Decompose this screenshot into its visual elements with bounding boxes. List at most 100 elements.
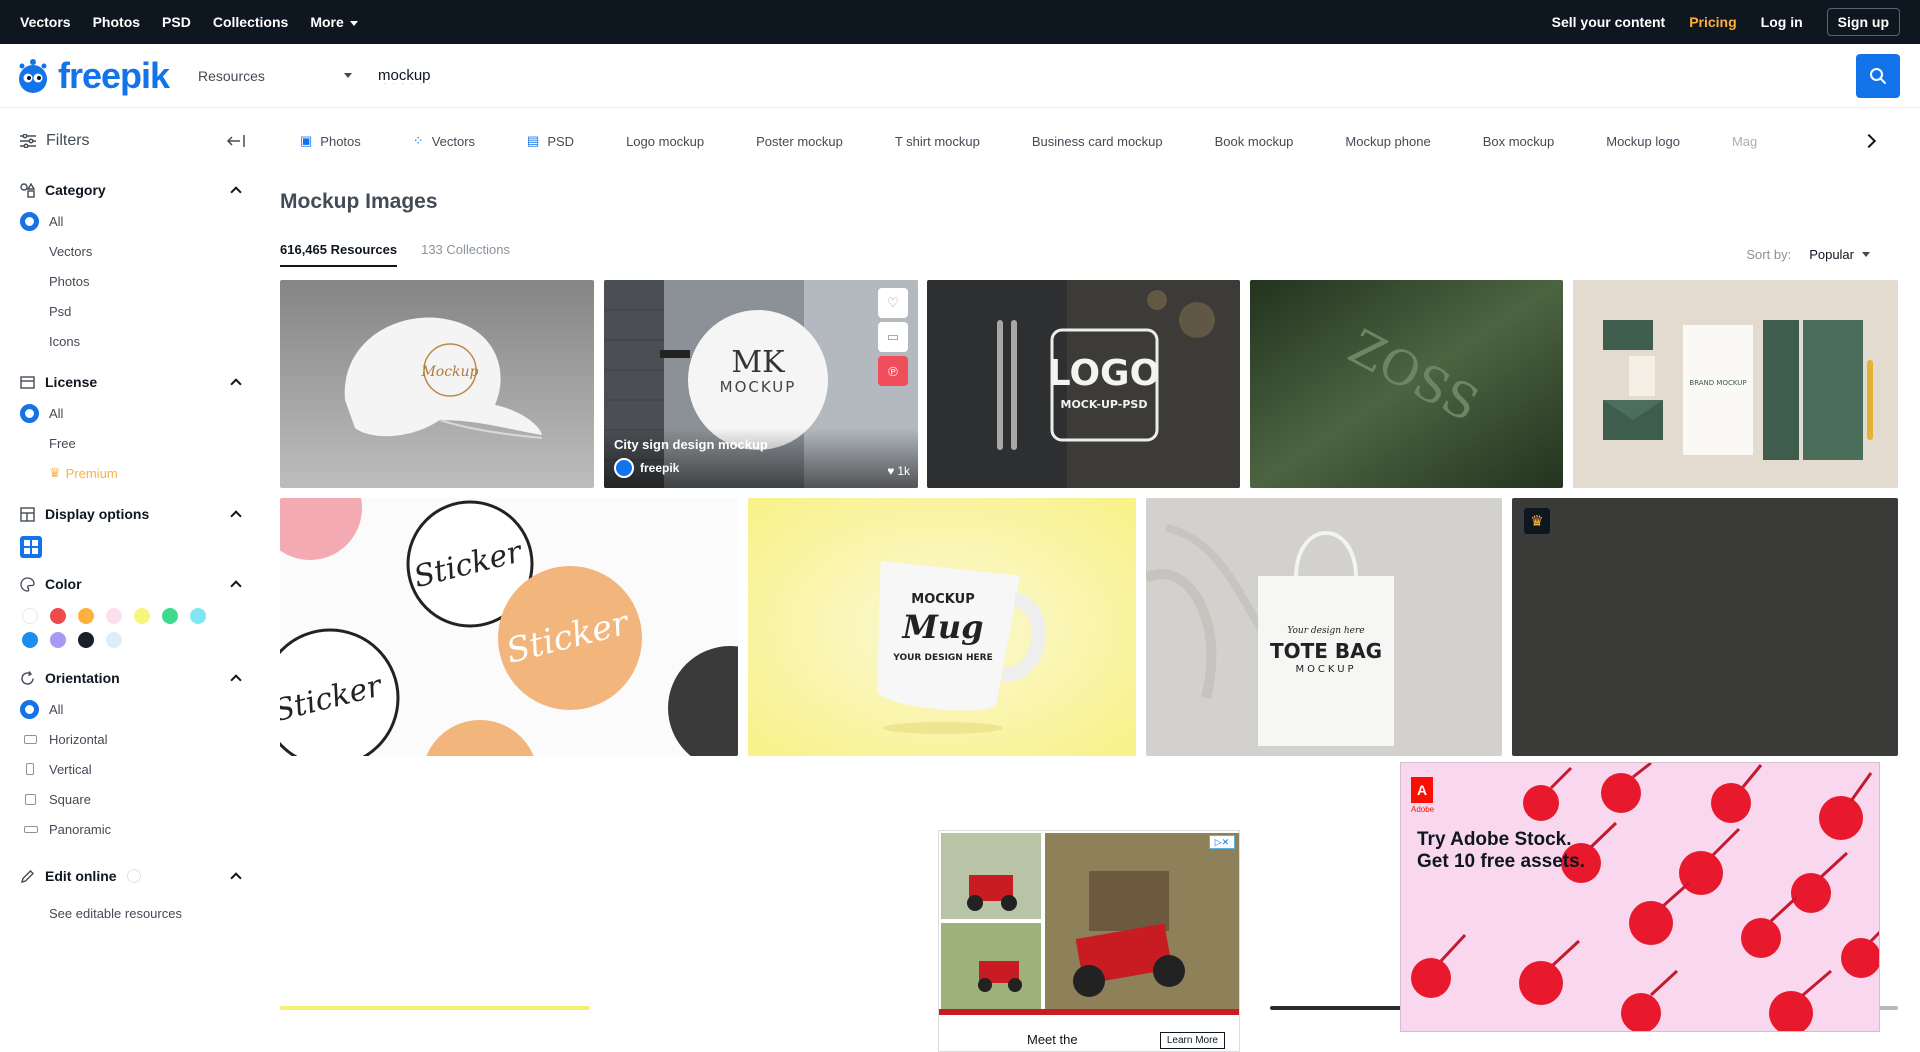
sort-dropdown[interactable]: Popular <box>1809 247 1870 262</box>
chip-psd[interactable]: ▤ PSD <box>501 133 600 149</box>
orientation-title: Orientation <box>20 670 120 686</box>
adobe-stock-ad[interactable]: A Adobe Try Adobe Stock. Get 10 free ass… <box>1400 762 1880 1032</box>
sort-label: Sort by: <box>1746 246 1792 262</box>
sell-content-link[interactable]: Sell your content <box>1552 14 1666 30</box>
chip-vectors[interactable]: ⁘ Vectors <box>387 133 501 149</box>
color-header[interactable]: Color <box>20 568 246 600</box>
category-option-all[interactable]: All <box>20 206 246 236</box>
freepik-logo[interactable]: freepik <box>14 55 192 97</box>
category-option-vectors[interactable]: Vectors <box>20 236 246 266</box>
option-label: Horizontal <box>49 731 108 747</box>
chip-mockup-logo[interactable]: Mockup logo <box>1580 134 1706 149</box>
license-option-all[interactable]: All <box>20 398 246 428</box>
category-option-icons[interactable]: Icons <box>20 326 246 356</box>
color-swatch[interactable] <box>22 608 38 624</box>
likes-count: 1k <box>897 464 910 478</box>
card-author[interactable]: freepik <box>614 458 679 478</box>
chevron-right-icon[interactable] <box>1858 130 1880 152</box>
honda-ad-banner[interactable]: ▷✕ Meet the Learn More <box>938 830 1240 1052</box>
grid-layout-toggle[interactable] <box>20 536 42 558</box>
orientation-option-vertical[interactable]: Vertical <box>20 754 246 784</box>
color-swatch[interactable] <box>162 608 178 624</box>
color-swatch[interactable] <box>106 632 122 648</box>
license-header[interactable]: License <box>20 366 246 398</box>
result-card-stickers[interactable]: Sticker Sticker Sticker <box>280 498 738 756</box>
result-card-branding[interactable]: BRAND MOCKUP <box>1573 280 1898 488</box>
chip-tshirt-mockup[interactable]: T shirt mockup <box>869 134 1006 149</box>
result-card-partial-yellow[interactable] <box>280 1006 590 1010</box>
pinterest-icon[interactable]: ℗ <box>878 356 908 386</box>
radio-selected-icon <box>20 403 39 423</box>
chip-poster-mockup[interactable]: Poster mockup <box>730 134 869 149</box>
display-header[interactable]: Display options <box>20 498 246 530</box>
color-swatch[interactable] <box>22 632 38 648</box>
nav-vectors[interactable]: Vectors <box>20 14 71 30</box>
add-to-collection-icon[interactable]: ▭ <box>878 322 908 352</box>
result-card-cap[interactable]: Mockup <box>280 280 594 488</box>
orientation-option-horizontal[interactable]: Horizontal <box>20 724 246 754</box>
color-swatch[interactable] <box>106 608 122 624</box>
color-swatch[interactable] <box>190 608 206 624</box>
license-icon <box>20 375 35 389</box>
branding-stationery-mockup-image: BRAND MOCKUP <box>1573 280 1898 488</box>
nav-photos[interactable]: Photos <box>93 14 140 30</box>
category-header[interactable]: Category <box>20 174 246 206</box>
orientation-option-panoramic[interactable]: Panoramic <box>20 814 246 844</box>
tab-resources[interactable]: 616,465 Resources <box>280 242 398 267</box>
info-icon[interactable] <box>126 869 141 883</box>
nav-psd[interactable]: PSD <box>162 14 191 30</box>
login-link[interactable]: Log in <box>1761 14 1803 30</box>
filters-sidebar: Filters Category All Vectors Photos Psd … <box>0 108 266 1052</box>
chip-box-mockup[interactable]: Box mockup <box>1457 134 1581 149</box>
ad-learn-more-button[interactable]: Learn More <box>1159 1032 1225 1049</box>
result-card-emboss[interactable]: ZOSS <box>1250 280 1563 488</box>
see-editable-link[interactable]: See editable resources <box>20 898 246 928</box>
heart-icon[interactable]: ♡ <box>878 288 908 318</box>
mug-mockup-image: MOCKUP Mug YOUR DESIGN HERE <box>748 498 1136 756</box>
color-swatch[interactable] <box>50 608 66 624</box>
signup-button[interactable]: Sign up <box>1826 8 1900 36</box>
search-row: freepik Resources <box>0 44 1920 108</box>
chip-photos[interactable]: ▣ Photos <box>280 133 387 149</box>
search-input[interactable] <box>362 55 1856 96</box>
result-card-tote-bag[interactable]: Your design here TOTE BAG MOCKUP <box>1146 498 1502 756</box>
license-option-premium[interactable]: ♛ Premium <box>20 458 246 488</box>
orientation-option-square[interactable]: Square <box>20 784 246 814</box>
result-card-dark-premium[interactable]: ♛ <box>1512 498 1898 756</box>
category-option-photos[interactable]: Photos <box>20 266 246 296</box>
resource-type-dropdown[interactable]: Resources <box>192 58 362 94</box>
license-section: License All Free ♛ Premium <box>20 366 246 488</box>
license-option-free[interactable]: Free <box>20 428 246 458</box>
nav-collections[interactable]: Collections <box>213 14 288 30</box>
color-swatch[interactable] <box>78 608 94 624</box>
tab-collections[interactable]: 133 Collections <box>421 242 510 267</box>
edit-online-header[interactable]: Edit online <box>20 860 246 892</box>
chip-logo-mockup[interactable]: Logo mockup <box>600 134 730 149</box>
result-card-city-sign[interactable]: MK MOCKUP ♡ ▭ ℗ City sign design mockup … <box>604 280 918 488</box>
collapse-sidebar-icon[interactable] <box>226 134 246 148</box>
freepik-mascot-icon <box>19 58 47 93</box>
color-swatch[interactable] <box>50 632 66 648</box>
nav-more[interactable]: More <box>310 14 358 30</box>
chip-business-card-mockup[interactable]: Business card mockup <box>1006 134 1189 149</box>
card-title[interactable]: City sign design mockup <box>614 437 768 452</box>
search-button[interactable] <box>1856 53 1900 98</box>
stickers-mockup-image: Sticker Sticker Sticker <box>280 498 738 756</box>
adchoices-icon[interactable]: ▷✕ <box>1209 835 1235 849</box>
orientation-header[interactable]: Orientation <box>20 662 246 694</box>
category-title: Category <box>20 182 106 198</box>
result-card-mug[interactable]: MOCKUP Mug YOUR DESIGN HERE <box>748 498 1136 756</box>
chip-magazine-partial[interactable]: Mag <box>1706 134 1783 149</box>
color-swatch[interactable] <box>134 608 150 624</box>
cherries-pattern-image <box>1411 763 1879 1031</box>
pricing-link[interactable]: Pricing <box>1689 14 1736 30</box>
chip-book-mockup[interactable]: Book mockup <box>1189 134 1320 149</box>
result-card-glass-logo[interactable]: LOGO MOCK-UP-PSD <box>927 280 1240 488</box>
category-option-psd[interactable]: Psd <box>20 296 246 326</box>
crown-icon: ♛ <box>1530 513 1544 530</box>
orientation-option-all[interactable]: All <box>20 694 246 724</box>
chip-mockup-phone[interactable]: Mockup phone <box>1319 134 1456 149</box>
logo-wordmark: freepik <box>58 54 170 96</box>
edit-online-title: Edit online <box>20 868 141 884</box>
color-swatch[interactable] <box>78 632 94 648</box>
